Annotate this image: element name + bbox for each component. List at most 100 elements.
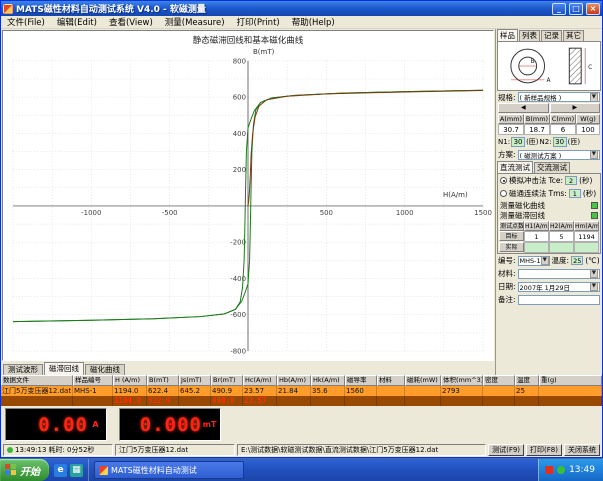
maximize-button[interactable]: □ [569,3,583,15]
close-button[interactable]: × [586,3,600,15]
table-live-row-cell-4 [179,396,211,406]
chart-y-axis-label: B(mT) [253,48,274,56]
show-desktop-icon[interactable]: ▦ [70,464,83,477]
spec-nav-row: ◀ ▶ [496,103,602,113]
n2-label: N2: [540,138,552,146]
main-area: -800-600-400-200200400600800-1000-500500… [1,29,602,375]
dc-test-panel: 模拟冲击法 Tce: 2 (秒) 磁通连续法 Tms: 1 (秒) 测量磁化曲线 [497,173,601,254]
status-file: 江门5万变压器12.dat [119,445,188,455]
table-selected-row-cell-6: 23.57 [243,386,277,396]
chart-title: 静态磁滞回线和基本磁化曲线 [3,34,493,46]
curve-tab-1[interactable]: 磁滞回线 [44,362,84,375]
table-live-row-cell-6: 23.57 [243,396,277,406]
action-button-0[interactable]: 测试(F9) [488,444,524,456]
points-target-hm[interactable]: 1194 [574,231,599,242]
chevron-down-icon[interactable]: ▼ [590,150,598,159]
menu-item-4[interactable]: 打印(Print) [231,16,286,28]
action-button-2[interactable]: 关闭系统 [564,444,600,456]
points-header-3: Hm(A/m) [574,221,599,231]
window-title: MATS磁性材料自动测试系统 V4.0 - 软磁测量 [16,2,549,15]
menu-bar: 文件(File)编辑(Edit)查看(View)测量(Measure)打印(Pr… [1,16,602,29]
sample-diagram: B A C [497,41,601,91]
points-target-h1[interactable]: 1 [524,231,549,242]
system-tray: 13:49 [538,459,603,481]
dim-value-b[interactable]: 18.7 [524,124,550,135]
table-header-cell-1: 样品编号 [73,375,113,386]
next-spec-button[interactable]: ▶ [550,103,601,113]
scheme-select[interactable]: ( 磁测试方案 ) ▼ [518,150,600,160]
n2-unit: (匝) [568,137,580,147]
n1-field[interactable]: 30 [511,137,525,147]
sample-tab-1[interactable]: 列表 [519,30,540,41]
minimize-button[interactable]: _ [552,3,566,15]
diagram-label-height: C [588,64,592,71]
menu-item-5[interactable]: 帮助(Help) [286,16,341,28]
id-label: 编号: [498,255,516,266]
n2-field[interactable]: 30 [553,137,567,147]
table-live-row-cell-13 [483,396,515,406]
turns-row: N1: 30 (匝) N2: 30 (匝) [496,135,602,148]
table-live-row-cell-7 [277,396,311,406]
mode-tab-1[interactable]: 交流测试 [534,162,570,173]
start-button[interactable]: 开始 [0,459,49,481]
prev-spec-button[interactable]: ◀ [498,103,549,113]
sample-id-select[interactable]: MHS-1 ▼ [518,256,550,266]
menu-item-1[interactable]: 编辑(Edit) [51,16,103,28]
tray-status-icon[interactable] [557,466,565,474]
table-header-cell-11: 磁耗(mW) [405,375,441,386]
flux-led-unit: mT [202,420,217,429]
chevron-down-icon[interactable]: ▼ [590,269,598,278]
svg-text:-500: -500 [162,209,178,217]
material-select[interactable]: ▼ [518,269,600,279]
method-radio-impulse[interactable]: 模拟冲击法 Tce: 2 (秒) [498,174,600,187]
temp-field[interactable]: 25 [571,256,583,265]
table-selected-row[interactable]: 江门5万变压器12.datMHS-11194.0622.4645.2490.92… [1,386,602,396]
table-selected-row-cell-8: 35.6 [311,386,345,396]
taskbar-app-button[interactable]: MATS磁性材料自动测试 [94,461,244,479]
check-hysteresis-loop[interactable]: 测量磁滞回线 [498,210,600,220]
dim-value-a[interactable]: 30.7 [498,124,524,135]
points-target-h2[interactable]: 5 [549,231,574,242]
table-selected-row-cell-1: MHS-1 [73,386,113,396]
spec-select[interactable]: ( 新样品规格 ) ▼ [518,92,600,102]
chevron-down-icon[interactable]: ▼ [590,282,598,291]
chevron-down-icon[interactable]: ▼ [541,256,549,265]
menu-item-3[interactable]: 测量(Measure) [159,16,231,28]
date-picker[interactable]: 2007年 1月29日 ▼ [518,282,600,292]
note-label: 备注: [498,294,516,305]
svg-text:500: 500 [320,209,333,217]
chart-canvas: -800-600-400-200200400600800-1000-500500… [3,31,493,360]
points-actual-label: 实际 [499,242,524,252]
dim-value-c[interactable]: 6 [550,124,576,135]
note-field[interactable] [518,295,600,305]
action-button-1[interactable]: 打印(F8) [526,444,562,456]
menu-item-2[interactable]: 查看(View) [103,16,159,28]
sample-tab-2[interactable]: 记录 [541,30,562,41]
dim-header-w: W(g) [576,114,600,124]
dim-value-w[interactable]: 100 [576,124,600,135]
table-header-cell-15: 重(g) [539,375,602,386]
method2-param-field[interactable]: 1 [569,189,581,198]
sample-tab-0[interactable]: 样品 [497,29,518,41]
chart-side: -800-600-400-200200400600800-1000-500500… [1,29,495,375]
curve-tab-0[interactable]: 测试波形 [3,364,43,375]
method1-param-field[interactable]: 2 [565,176,577,185]
browser-icon[interactable]: e [54,464,67,477]
results-table: 数据文件样品编号H (A/m)B(mT)Js(mT)Br(mT)Hc(A/m)H… [1,375,602,406]
mode-tab-0[interactable]: 直流测试 [497,161,533,173]
status-elapsed: 耗时: 0分52秒 [48,445,94,455]
tray-app-icon[interactable] [545,466,553,474]
chevron-down-icon[interactable]: ▼ [590,93,598,102]
method-radio-continuous[interactable]: 磁通连续法 Tms: 1 (秒) [498,187,600,200]
curve-tab-2[interactable]: 磁化曲线 [85,364,125,375]
status-file-segment: 江门5万变压器12.dat [115,444,235,456]
sample-tab-3[interactable]: 其它 [563,30,584,41]
n1-unit: (匝) [526,137,538,147]
menu-item-0[interactable]: 文件(File) [1,16,51,28]
status-path-segment: E:\测试数据\软磁测试数据\直流测试数据\江门5万变压器12.dat [237,444,486,456]
table-live-row-cell-15 [539,396,602,406]
check-magnetization-curve[interactable]: 测量磁化曲线 [498,200,600,210]
table-selected-row-cell-14: 25 [515,386,539,396]
app-icon [3,4,13,14]
svg-text:200: 200 [233,166,246,174]
